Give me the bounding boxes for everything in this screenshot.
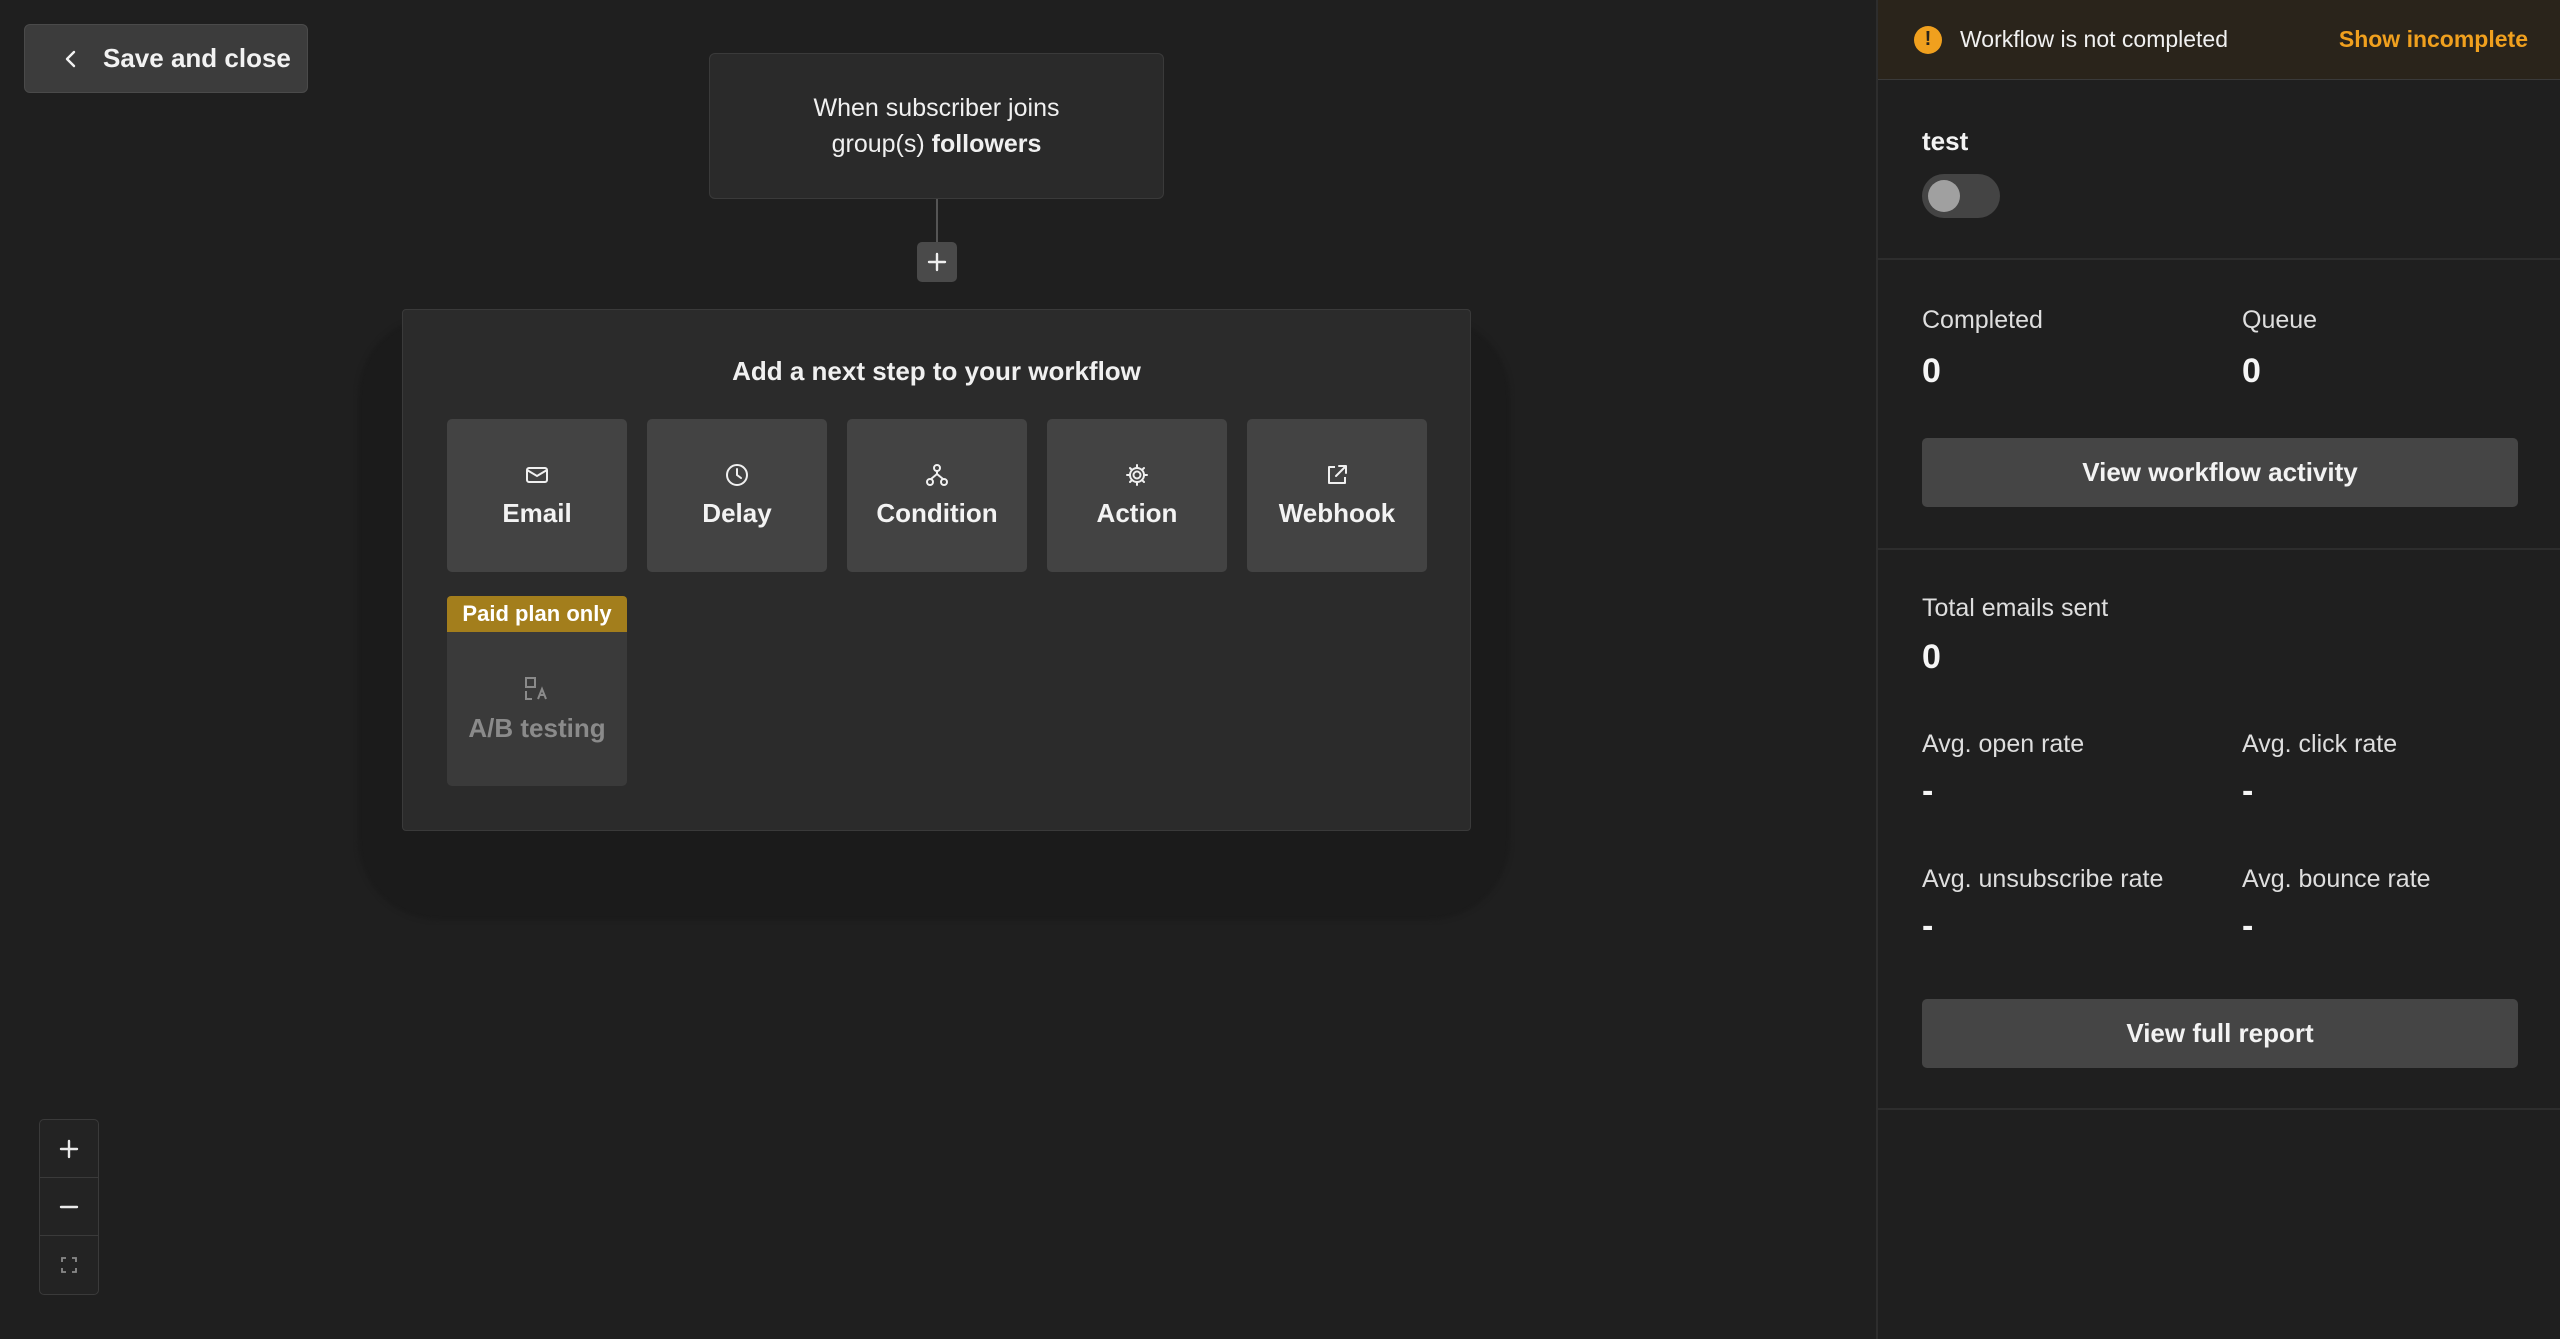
step-action-label: Action [1096, 498, 1178, 528]
workflow-canvas[interactable]: Save and close When subscriber joins gro… [0, 0, 1876, 1339]
avg-open-rate-value: - [1922, 772, 1934, 810]
external-link-icon [1328, 465, 1347, 484]
queue-label: Queue [2242, 306, 2318, 334]
total-emails-sent-label: Total emails sent [1922, 594, 2109, 622]
alert-message: Workflow is not completed [1960, 26, 2229, 52]
trigger-group-name: followers [931, 130, 1042, 158]
workflow-progress-section: Completed 0 Queue 0 View workflow activi… [1878, 260, 2560, 550]
save-and-close-button[interactable]: Save and close [24, 24, 308, 93]
zoom-in-button[interactable] [40, 1120, 98, 1178]
add-step-button[interactable] [917, 242, 957, 282]
workflow-sidebar: ! Workflow is not completed Show incompl… [1876, 0, 2560, 1339]
paid-plan-badge: Paid plan only [447, 596, 627, 632]
trigger-line-1: When subscriber joins [813, 94, 1060, 122]
step-delay-button[interactable]: Delay [647, 419, 827, 572]
avg-click-rate-value: - [2242, 772, 2254, 810]
mail-icon [526, 467, 548, 483]
fit-view-button[interactable] [40, 1236, 98, 1294]
save-and-close-label: Save and close [103, 43, 291, 73]
avg-click-rate-label: Avg. click rate [2242, 730, 2398, 758]
total-emails-sent-value: 0 [1922, 638, 1941, 676]
step-ab-testing-label: A/B testing [468, 712, 606, 743]
trigger-node[interactable]: When subscriber joins group(s) followers [709, 53, 1164, 199]
step-condition-button[interactable]: Condition [847, 419, 1027, 572]
chevron-left-icon [65, 50, 76, 67]
minus-icon [59, 1205, 79, 1208]
avg-bounce-rate-label: Avg. bounce rate [2242, 865, 2431, 893]
step-email-button[interactable]: Email [447, 419, 627, 572]
email-stats-section: Total emails sent 0 Avg. open rate - Avg… [1878, 550, 2560, 1110]
avg-bounce-rate-value: - [2242, 907, 2254, 945]
toggle-knob [1928, 180, 1960, 212]
avg-open-rate-label: Avg. open rate [1922, 730, 2085, 758]
show-incomplete-link[interactable]: Show incomplete [2339, 26, 2528, 53]
step-condition-label: Condition [876, 498, 998, 528]
warning-icon: ! [1914, 25, 1942, 54]
step-delay-label: Delay [702, 498, 772, 528]
ab-test-icon [525, 676, 547, 700]
step-webhook-button[interactable]: Webhook [1247, 419, 1427, 572]
queue-value: 0 [2242, 352, 2261, 390]
avg-unsubscribe-rate-value: - [1922, 907, 1934, 945]
plus-icon [59, 1139, 79, 1158]
plus-icon [927, 252, 947, 272]
workflow-status-section: test [1878, 80, 2560, 260]
branch-icon [926, 464, 948, 486]
view-workflow-activity-button[interactable]: View workflow activity [1922, 438, 2518, 507]
fullscreen-icon [61, 1257, 77, 1273]
step-action-button[interactable]: Action [1047, 419, 1227, 572]
avg-unsubscribe-rate-label: Avg. unsubscribe rate [1922, 865, 2164, 893]
zoom-controls [39, 1119, 99, 1295]
zoom-out-button[interactable] [40, 1178, 98, 1236]
workflow-active-toggle[interactable] [1922, 174, 2000, 218]
step-ab-testing-button: A/B testing [447, 632, 627, 786]
gear-icon [1126, 464, 1148, 486]
connector-line [936, 199, 938, 243]
add-step-title: Add a next step to your workflow [732, 356, 1141, 386]
workflow-name: test [1922, 126, 1969, 156]
trigger-line-2: group(s) followers [831, 130, 1042, 158]
step-email-label: Email [502, 498, 572, 528]
clock-icon [726, 464, 748, 486]
incomplete-alert: ! Workflow is not completed Show incompl… [1878, 0, 2560, 80]
completed-label: Completed [1922, 306, 2043, 334]
completed-value: 0 [1922, 352, 1941, 390]
view-full-report-button[interactable]: View full report [1922, 999, 2518, 1068]
add-step-panel: Add a next step to your workflow Email D… [402, 309, 1471, 831]
step-webhook-label: Webhook [1278, 498, 1396, 528]
